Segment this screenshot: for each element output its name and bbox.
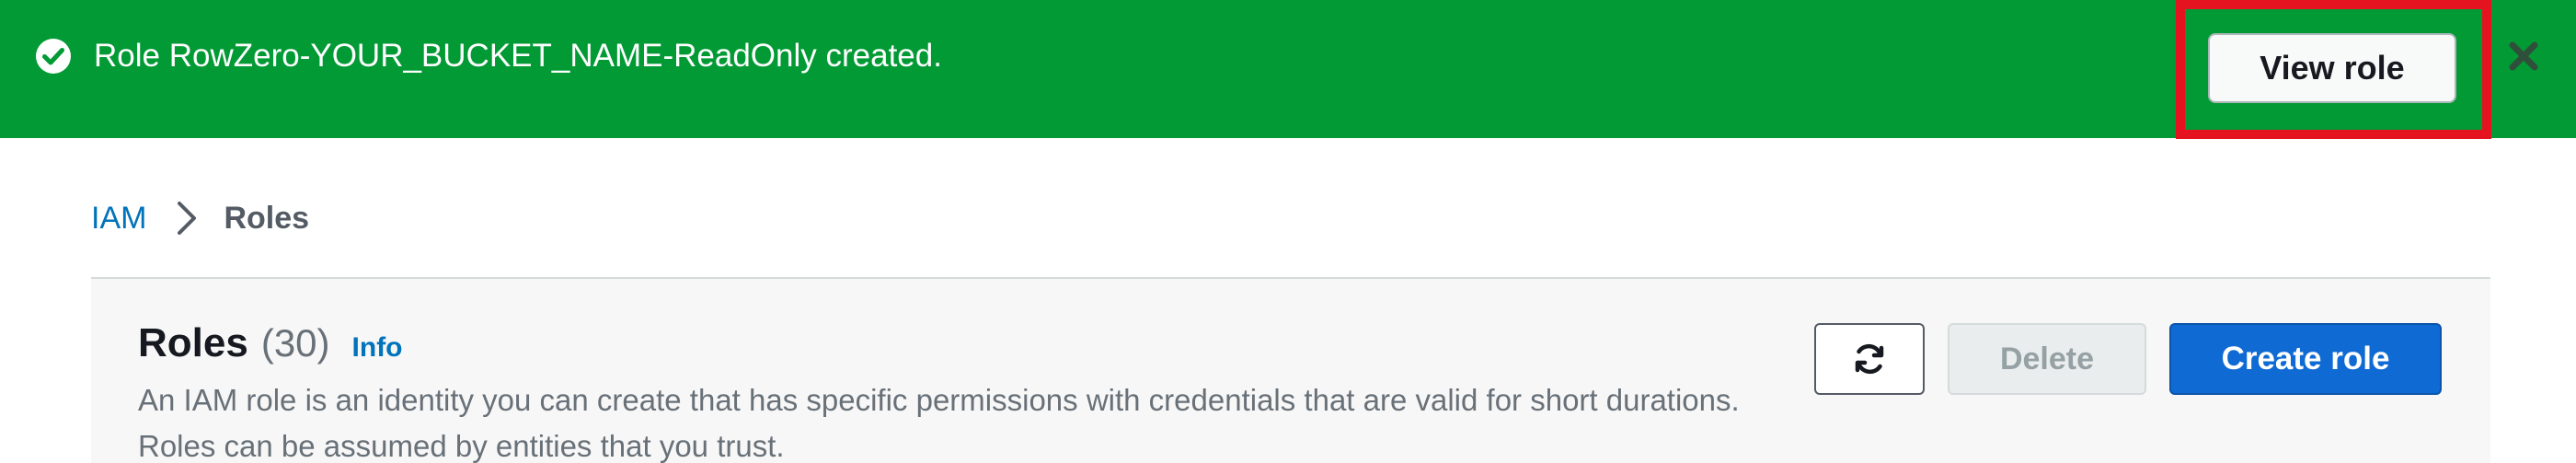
roles-count: (30)	[260, 321, 330, 365]
flash-message: Role RowZero-YOUR_BUCKET_NAME-ReadOnly c…	[94, 38, 942, 74]
create-role-button[interactable]: Create role	[2169, 323, 2442, 395]
info-link[interactable]: Info	[352, 332, 403, 364]
close-icon[interactable]	[2504, 37, 2543, 75]
delete-button[interactable]: Delete	[1948, 323, 2146, 395]
refresh-icon	[1850, 340, 1889, 378]
roles-description: An IAM role is an identity you can creat…	[138, 383, 1740, 463]
view-role-button[interactable]: View role	[2208, 33, 2456, 103]
breadcrumb: IAM Roles	[91, 195, 309, 241]
breadcrumb-current-roles: Roles	[224, 201, 310, 236]
check-circle-icon	[35, 38, 72, 75]
roles-title: Roles	[138, 320, 248, 365]
success-flash-banner: Role RowZero-YOUR_BUCKET_NAME-ReadOnly c…	[0, 0, 2576, 139]
refresh-button[interactable]	[1814, 323, 1925, 395]
chevron-right-icon	[168, 195, 205, 241]
breadcrumb-link-iam[interactable]: IAM	[91, 195, 146, 241]
panel-title: Roles (30) Info	[138, 320, 403, 372]
